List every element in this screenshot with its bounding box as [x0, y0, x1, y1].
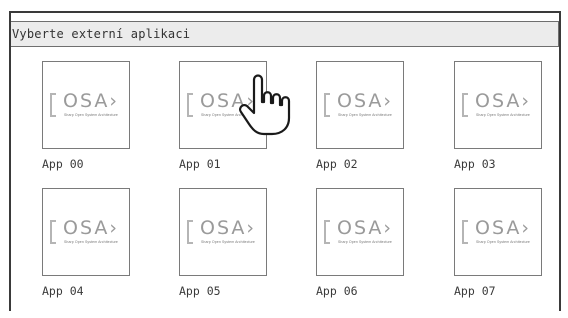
osa-logo: OSA› Sharp Open System Architecture — [50, 91, 124, 119]
osa-logo: OSA› Sharp Open System Architecture — [50, 218, 124, 246]
app-tile-00[interactable]: OSA› Sharp Open System Architecture App … — [42, 61, 138, 191]
osa-logo: OSA› Sharp Open System Architecture — [324, 91, 398, 119]
app-thumbnail[interactable]: OSA› Sharp Open System Architecture — [42, 61, 130, 149]
app-thumbnail[interactable]: OSA› Sharp Open System Architecture — [179, 188, 267, 276]
app-tile-03[interactable]: OSA› Sharp Open System Architecture App … — [454, 61, 550, 191]
app-label: App 06 — [316, 284, 358, 298]
app-tile-06[interactable]: OSA› Sharp Open System Architecture App … — [316, 188, 412, 318]
app-label: App 02 — [316, 157, 358, 171]
app-tile-04[interactable]: OSA› Sharp Open System Architecture App … — [42, 188, 138, 318]
osa-logo: OSA› Sharp Open System Architecture — [324, 218, 398, 246]
app-tile-07[interactable]: OSA› Sharp Open System Architecture App … — [454, 188, 550, 318]
app-label: App 07 — [454, 284, 496, 298]
app-tile-02[interactable]: OSA› Sharp Open System Architecture App … — [316, 61, 412, 191]
app-label: App 03 — [454, 157, 496, 171]
app-label: App 00 — [42, 157, 84, 171]
app-tile-05[interactable]: OSA› Sharp Open System Architecture App … — [179, 188, 275, 318]
app-selection-panel: Vyberte externí aplikaci OSA› Sharp Open… — [9, 11, 561, 311]
app-label: App 05 — [179, 284, 221, 298]
app-thumbnail[interactable]: OSA› Sharp Open System Architecture — [42, 188, 130, 276]
app-grid: OSA› Sharp Open System Architecture App … — [11, 13, 559, 311]
app-thumbnail[interactable]: OSA› Sharp Open System Architecture — [316, 61, 404, 149]
app-thumbnail[interactable]: OSA› Sharp Open System Architecture — [454, 61, 542, 149]
app-label: App 04 — [42, 284, 84, 298]
app-thumbnail[interactable]: OSA› Sharp Open System Architecture — [316, 188, 404, 276]
osa-logo: OSA› Sharp Open System Architecture — [462, 91, 536, 119]
app-thumbnail[interactable]: OSA› Sharp Open System Architecture — [179, 61, 267, 149]
osa-logo: OSA› Sharp Open System Architecture — [187, 91, 261, 119]
app-tile-01[interactable]: OSA› Sharp Open System Architecture App … — [179, 61, 275, 191]
app-thumbnail[interactable]: OSA› Sharp Open System Architecture — [454, 188, 542, 276]
app-label: App 01 — [179, 157, 221, 171]
osa-logo: OSA› Sharp Open System Architecture — [187, 218, 261, 246]
osa-logo: OSA› Sharp Open System Architecture — [462, 218, 536, 246]
